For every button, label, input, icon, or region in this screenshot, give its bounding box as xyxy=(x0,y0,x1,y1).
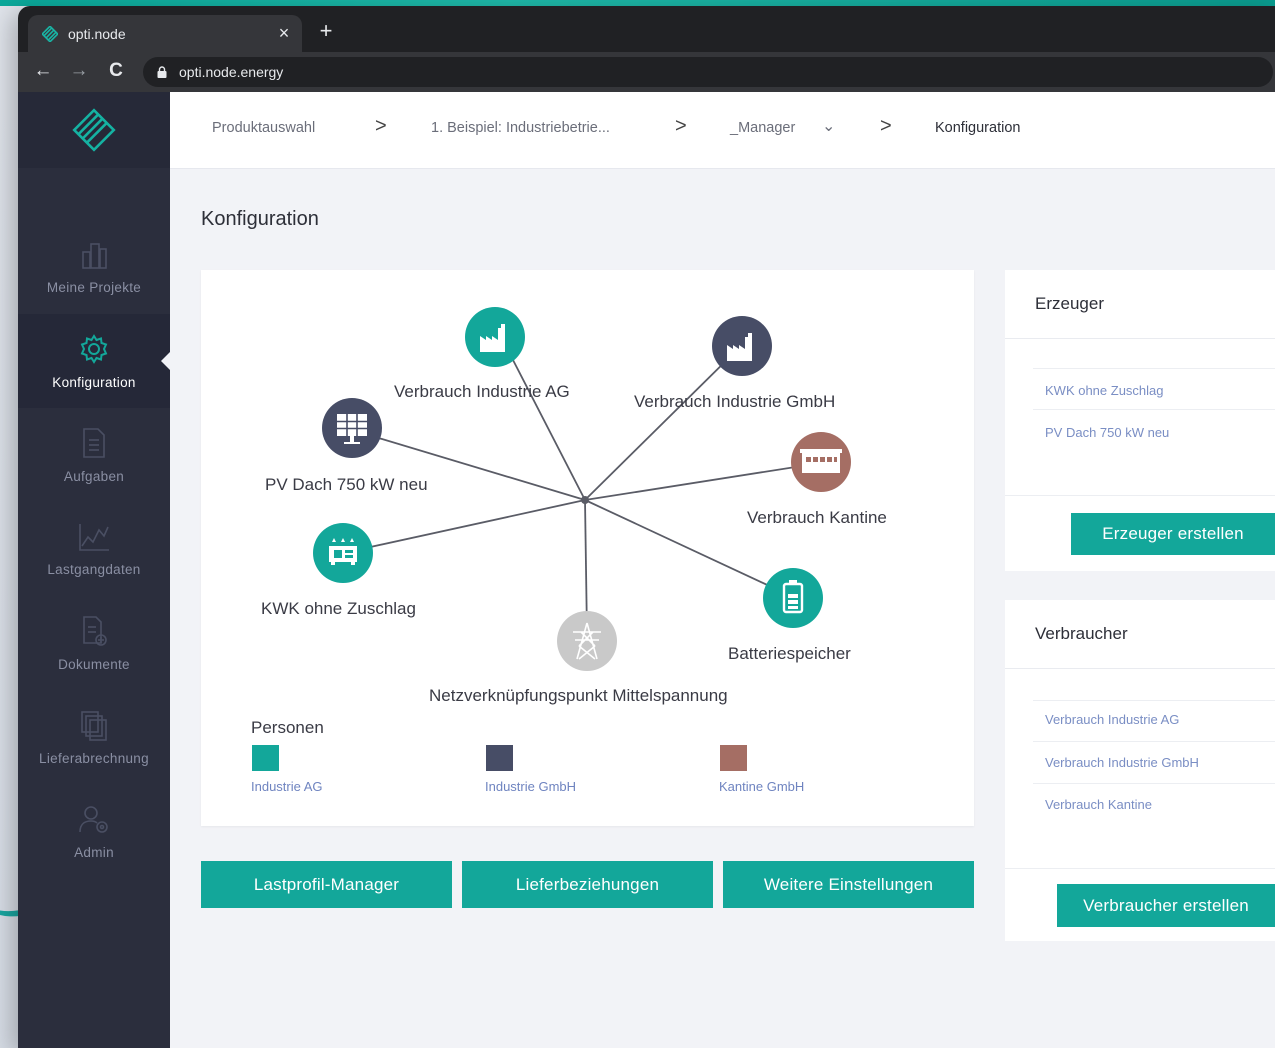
legend-swatch-industrie-gmbh xyxy=(486,745,513,771)
hub-node xyxy=(581,496,589,504)
divider xyxy=(1033,783,1275,784)
sidebar: Meine Projekte Konfiguration Aufgaben La… xyxy=(18,92,170,1048)
sidebar-item-label: Lastgangdaten xyxy=(47,561,141,577)
legend-label-kantine-gmbh[interactable]: Kantine GmbH xyxy=(719,779,804,794)
breadcrumb-separator-icon: > xyxy=(375,115,387,137)
edge-kwk xyxy=(342,499,586,554)
optinode-favicon-icon xyxy=(42,25,58,42)
verbraucher-item[interactable]: Verbrauch Industrie AG xyxy=(1045,712,1179,727)
sidebar-item-label: Meine Projekte xyxy=(46,279,142,295)
sidebar-item-aufgaben[interactable]: Aufgaben xyxy=(18,408,170,502)
gear-icon xyxy=(80,333,108,364)
chevron-down-icon[interactable]: ⌄ xyxy=(822,116,835,136)
divider xyxy=(1033,409,1275,410)
tab-title: opti.node xyxy=(68,25,126,42)
documents-icon xyxy=(83,615,107,646)
verbraucher-item[interactable]: Verbrauch Kantine xyxy=(1045,797,1152,812)
node-label-kantine: Verbrauch Kantine xyxy=(747,508,887,527)
breadcrumb: Produktauswahl > 1. Beispiel: Industrieb… xyxy=(170,92,1275,169)
verbraucher-title: Verbraucher xyxy=(1005,600,1275,669)
invoices-icon xyxy=(81,710,107,741)
browser-tabbar: opti.node × + xyxy=(18,6,1275,52)
legend-swatch-industrie-ag xyxy=(252,745,279,771)
erzeuger-erstellen-button[interactable]: Erzeuger erstellen xyxy=(1071,513,1275,555)
sidebar-item-konfiguration[interactable]: Konfiguration xyxy=(18,314,170,408)
url-text: opti.node.energy xyxy=(179,64,284,80)
admin-user-icon xyxy=(79,805,108,833)
back-icon[interactable]: ← xyxy=(31,60,55,82)
erzeuger-item[interactable]: KWK ohne Zuschlag xyxy=(1045,383,1164,398)
divider xyxy=(1033,700,1275,701)
sidebar-item-meine-projekte[interactable]: Meine Projekte xyxy=(18,220,170,314)
edge-industrie-ag xyxy=(512,359,586,501)
network-graph xyxy=(313,307,851,671)
legend-swatch-kantine-gmbh xyxy=(720,745,747,771)
reload-icon[interactable]: C xyxy=(104,60,128,82)
url-field[interactable]: opti.node.energy xyxy=(143,57,1273,87)
legend-label-industrie-gmbh[interactable]: Industrie GmbH xyxy=(485,779,576,794)
verbraucher-erstellen-button[interactable]: Verbraucher erstellen xyxy=(1057,884,1275,927)
node-verbrauch-industrie-ag[interactable] xyxy=(465,307,525,367)
legend-label-industrie-ag[interactable]: Industrie AG xyxy=(251,779,323,794)
divider xyxy=(1033,368,1275,369)
sidebar-item-lastgangdaten[interactable]: Lastgangdaten xyxy=(18,502,170,596)
erzeuger-item[interactable]: PV Dach 750 kW neu xyxy=(1045,425,1169,440)
breadcrumb-item-konfiguration: Konfiguration xyxy=(935,120,1021,136)
node-label-batteriespeicher: Batteriespeicher xyxy=(728,644,851,663)
node-label-kwk: KWK ohne Zuschlag xyxy=(261,599,416,618)
legend-title: Personen xyxy=(251,718,324,737)
node-verbrauch-kantine[interactable] xyxy=(791,432,851,492)
breadcrumb-item-produktauswahl[interactable]: Produktauswahl xyxy=(212,120,315,136)
canteen-building-icon xyxy=(800,449,842,473)
breadcrumb-separator-icon: > xyxy=(675,115,687,137)
configuration-graph-card: Verbrauch Industrie AG Verbrauch Industr… xyxy=(201,270,974,826)
lieferbeziehungen-button[interactable]: Lieferbeziehungen xyxy=(462,861,713,908)
erzeuger-title: Erzeuger xyxy=(1005,270,1275,339)
verbraucher-card: Verbraucher Verbrauch Industrie AG Verbr… xyxy=(1005,600,1275,941)
sidebar-item-label: Aufgaben xyxy=(63,468,125,484)
page-title: Konfiguration xyxy=(201,208,319,230)
node-label-netzverknuepfungspunkt: Netzverknüpfungspunkt Mittelspannung xyxy=(429,686,728,705)
task-document-icon xyxy=(83,427,105,458)
sidebar-item-admin[interactable]: Admin xyxy=(18,784,170,878)
lastprofil-manager-button[interactable]: Lastprofil-Manager xyxy=(201,861,452,908)
node-netzverknuepfungspunkt[interactable] xyxy=(557,611,617,671)
verbraucher-item[interactable]: Verbrauch Industrie GmbH xyxy=(1045,755,1199,770)
optinode-logo-icon xyxy=(72,108,116,152)
weitere-einstellungen-button[interactable]: Weitere Einstellungen xyxy=(723,861,974,908)
sidebar-item-label: Konfiguration xyxy=(52,374,136,390)
sidebar-item-label: Admin xyxy=(74,844,114,860)
node-label-industrie-ag: Verbrauch Industrie AG xyxy=(394,382,570,401)
forward-icon[interactable]: → xyxy=(67,60,91,82)
chart-icon xyxy=(79,523,109,551)
node-label-industrie-gmbh: Verbrauch Industrie GmbH xyxy=(634,392,836,411)
node-pv-dach[interactable] xyxy=(322,398,382,458)
tab-close-icon[interactable]: × xyxy=(272,23,296,44)
sidebar-item-dokumente[interactable]: Dokumente xyxy=(18,596,170,690)
divider xyxy=(1005,495,1275,496)
node-batteriespeicher[interactable] xyxy=(763,568,823,628)
sidebar-item-label: Lieferabrechnung xyxy=(39,750,149,766)
sidebar-item-label: Dokumente xyxy=(58,656,130,672)
browser-addressbar: ← → C opti.node.energy xyxy=(18,52,1275,92)
breadcrumb-item-beispiel[interactable]: 1. Beispiel: Industriebetrie... xyxy=(431,120,610,136)
lock-icon xyxy=(157,66,167,78)
sidebar-item-lieferabrechnung[interactable]: Lieferabrechnung xyxy=(18,690,170,784)
node-kwk[interactable] xyxy=(313,523,373,583)
breadcrumb-separator-icon: > xyxy=(880,115,892,137)
edge-industrie-gmbh xyxy=(584,345,742,501)
node-verbrauch-industrie-gmbh[interactable] xyxy=(712,316,772,376)
buildings-icon xyxy=(82,242,107,269)
divider xyxy=(1005,868,1275,869)
browser-window: opti.node × + ← → C opti.node.energy Mei… xyxy=(18,6,1275,1048)
browser-tab[interactable]: opti.node × xyxy=(28,15,302,52)
node-label-pv-dach: PV Dach 750 kW neu xyxy=(265,475,428,494)
edge-kantine xyxy=(584,462,822,501)
divider xyxy=(1033,741,1275,742)
new-tab-icon[interactable]: + xyxy=(314,18,338,44)
breadcrumb-item-manager[interactable]: _Manager xyxy=(730,120,795,136)
logo[interactable] xyxy=(18,92,170,168)
erzeuger-card: Erzeuger KWK ohne Zuschlag PV Dach 750 k… xyxy=(1005,270,1275,571)
